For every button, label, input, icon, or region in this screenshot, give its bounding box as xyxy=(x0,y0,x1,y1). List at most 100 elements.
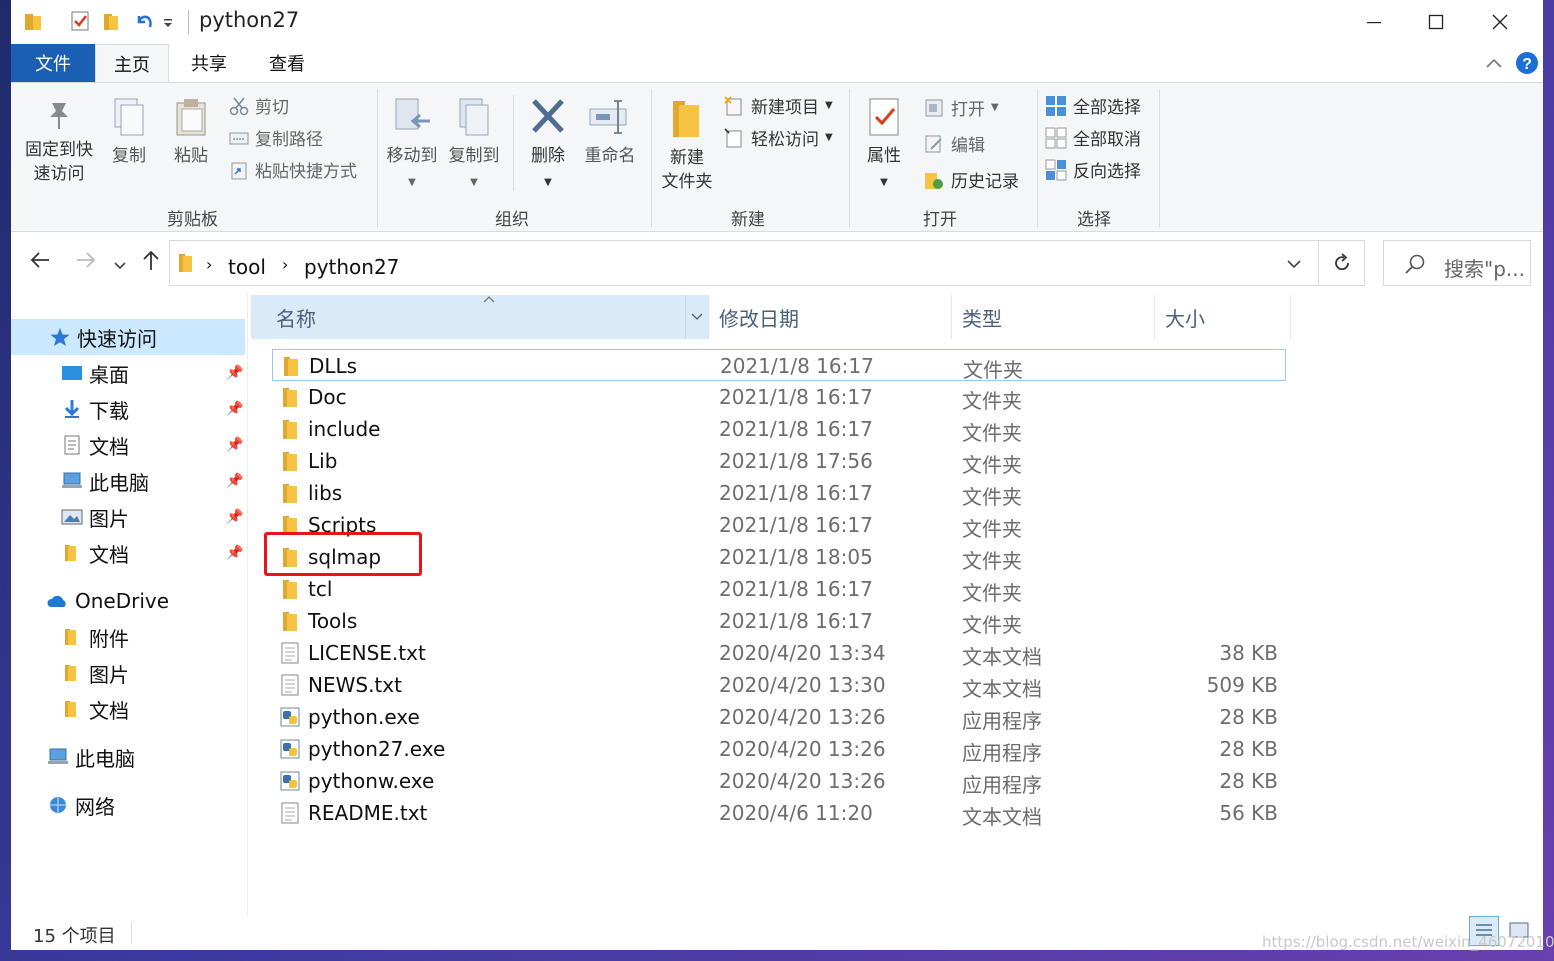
file-row[interactable]: LICENSE.txt 2020/4/20 13:34 文本文档 38 KB xyxy=(272,637,1286,669)
pin-quick-access-button[interactable]: 固定到快 速访问 xyxy=(21,97,97,186)
column-header-name[interactable]: 名称 xyxy=(251,295,709,339)
invert-selection-button[interactable]: 反向选择 xyxy=(1045,157,1141,182)
rename-label: 重命名 xyxy=(584,146,636,166)
nav-network[interactable]: 网络 xyxy=(47,788,115,822)
pin-icon xyxy=(50,103,68,129)
undo-icon[interactable] xyxy=(133,10,155,32)
copy-button[interactable]: 复制 xyxy=(107,97,151,168)
properties-chevron-icon: ▼ xyxy=(880,177,888,188)
refresh-button[interactable] xyxy=(1319,240,1365,286)
customize-toolbar-icon[interactable] xyxy=(161,10,175,32)
group-separator xyxy=(377,89,378,227)
file-row[interactable]: DLLs 2021/1/8 16:17 文件夹 xyxy=(272,349,1286,382)
address-dropdown-icon[interactable] xyxy=(1286,257,1302,271)
search-box[interactable]: 搜索"p... xyxy=(1383,240,1531,286)
new-item-button[interactable]: 新建项目 ▼ xyxy=(723,93,833,118)
tab-home[interactable]: 主页 xyxy=(95,44,169,82)
paste-shortcut-button[interactable]: 粘贴快捷方式 xyxy=(229,157,357,182)
file-name: libs xyxy=(308,481,343,505)
select-all-button[interactable]: 全部选择 xyxy=(1045,93,1141,118)
file-name: DLLs xyxy=(309,354,358,378)
back-button[interactable] xyxy=(29,249,51,277)
rename-button[interactable]: 重命名 xyxy=(579,97,641,168)
properties-check-icon[interactable] xyxy=(69,10,91,32)
file-row[interactable]: Doc 2021/1/8 16:17 文件夹 xyxy=(272,381,1286,413)
file-row[interactable]: sqlmap 2021/1/8 18:05 文件夹 xyxy=(272,541,1286,573)
nav-this-pc-label: 此电脑 xyxy=(75,746,135,771)
properties-button[interactable]: 属性 ▼ xyxy=(857,97,911,195)
recent-locations-button[interactable] xyxy=(113,253,127,278)
nav-item-label: 桌面 xyxy=(89,362,129,387)
file-row[interactable]: Tools 2021/1/8 16:17 文件夹 xyxy=(272,605,1286,637)
copy-to-button[interactable]: 复制到 ▼ xyxy=(445,97,503,195)
file-modified-date: 2020/4/20 13:26 xyxy=(719,737,886,761)
column-filter-chevron-icon[interactable] xyxy=(691,313,703,321)
new-group-label: 新建 xyxy=(731,210,765,230)
file-row[interactable]: libs 2021/1/8 16:17 文件夹 xyxy=(272,477,1286,509)
column-header-date[interactable]: 修改日期 xyxy=(709,295,952,339)
delete-button[interactable]: 删除 ▼ xyxy=(523,97,573,195)
nav-item-this-pc[interactable]: 此电脑 xyxy=(61,464,149,498)
nav-item-attachments[interactable]: 附件 xyxy=(61,620,129,654)
nav-item-pictures[interactable]: 图片 xyxy=(61,500,129,534)
collapse-ribbon-icon[interactable] xyxy=(1485,56,1503,70)
up-button[interactable] xyxy=(141,249,161,277)
paste-button[interactable]: 粘贴 xyxy=(169,97,213,168)
history-button[interactable]: 历史记录 xyxy=(923,167,1019,192)
organize-group-label: 组织 xyxy=(495,210,529,230)
file-modified-date: 2020/4/20 13:26 xyxy=(719,769,886,793)
file-type: 文件夹 xyxy=(962,453,1022,477)
nav-quick-access[interactable]: 快速访问 xyxy=(49,320,157,354)
help-icon[interactable]: ? xyxy=(1515,51,1539,75)
file-row[interactable]: include 2021/1/8 16:17 文件夹 xyxy=(272,413,1286,445)
nav-item-downloads[interactable]: 下载 xyxy=(61,392,129,426)
text-file-icon xyxy=(281,802,299,824)
file-row[interactable]: NEWS.txt 2020/4/20 13:30 文本文档 509 KB xyxy=(272,669,1286,701)
column-header-type[interactable]: 类型 xyxy=(952,295,1155,339)
edit-button[interactable]: 编辑 xyxy=(923,131,985,156)
address-bar[interactable]: › tool › python27 xyxy=(169,240,1319,286)
breadcrumb-tool[interactable]: tool xyxy=(228,255,266,279)
move-to-button[interactable]: 移动到 ▼ xyxy=(383,97,441,195)
nav-item-documents-folder[interactable]: 文档 xyxy=(61,536,129,570)
open-button[interactable]: 打开 ▼ xyxy=(923,95,999,120)
maximize-button[interactable] xyxy=(1405,0,1467,44)
nav-this-pc[interactable]: 此电脑 xyxy=(47,740,135,774)
close-button[interactable] xyxy=(1469,0,1531,44)
tab-view[interactable]: 查看 xyxy=(255,44,319,82)
file-row[interactable]: Lib 2021/1/8 17:56 文件夹 xyxy=(272,445,1286,477)
cut-button[interactable]: 剪切 xyxy=(229,93,289,118)
tab-file[interactable]: 文件 xyxy=(11,44,95,82)
file-row[interactable]: python.exe 2020/4/20 13:26 应用程序 28 KB xyxy=(272,701,1286,733)
file-type: 文本文档 xyxy=(962,677,1042,701)
file-row[interactable]: python27.exe 2020/4/20 13:26 应用程序 28 KB xyxy=(272,733,1286,765)
easy-access-button[interactable]: 轻松访问 ▼ xyxy=(723,125,833,150)
nav-item-od-pictures[interactable]: 图片 xyxy=(61,656,129,690)
download-arrow-icon xyxy=(64,400,80,418)
new-folder-icon[interactable] xyxy=(101,10,123,32)
nav-item-od-documents[interactable]: 文档 xyxy=(61,692,129,726)
file-row[interactable]: Scripts 2021/1/8 16:17 文件夹 xyxy=(272,509,1286,541)
copy-path-button[interactable]: 复制路径 xyxy=(229,125,323,150)
forward-button[interactable] xyxy=(75,249,97,277)
file-modified-date: 2020/4/20 13:26 xyxy=(719,705,886,729)
breadcrumb-python27[interactable]: python27 xyxy=(304,255,399,279)
nav-onedrive[interactable]: OneDrive xyxy=(47,584,169,618)
nav-item-documents[interactable]: 文档 xyxy=(61,428,129,462)
new-folder-button[interactable]: 新建 文件夹 xyxy=(655,97,719,194)
search-icon xyxy=(1405,254,1425,274)
copy-to-chevron-icon: ▼ xyxy=(470,177,478,188)
tab-share[interactable]: 共享 xyxy=(177,44,241,82)
nav-item-desktop[interactable]: 桌面 xyxy=(61,356,129,390)
file-name: include xyxy=(308,417,381,441)
file-type: 文本文档 xyxy=(962,805,1042,829)
file-row[interactable]: tcl 2021/1/8 16:17 文件夹 xyxy=(272,573,1286,605)
edit-label: 编辑 xyxy=(951,136,985,156)
select-none-button[interactable]: 全部取消 xyxy=(1045,125,1141,150)
column-header-size[interactable]: 大小 xyxy=(1155,295,1291,339)
python-exe-icon xyxy=(280,771,300,791)
minimize-button[interactable] xyxy=(1343,0,1405,44)
file-modified-date: 2020/4/6 11:20 xyxy=(719,801,873,825)
file-row[interactable]: pythonw.exe 2020/4/20 13:26 应用程序 28 KB xyxy=(272,765,1286,797)
file-row[interactable]: README.txt 2020/4/6 11:20 文本文档 56 KB xyxy=(272,797,1286,829)
